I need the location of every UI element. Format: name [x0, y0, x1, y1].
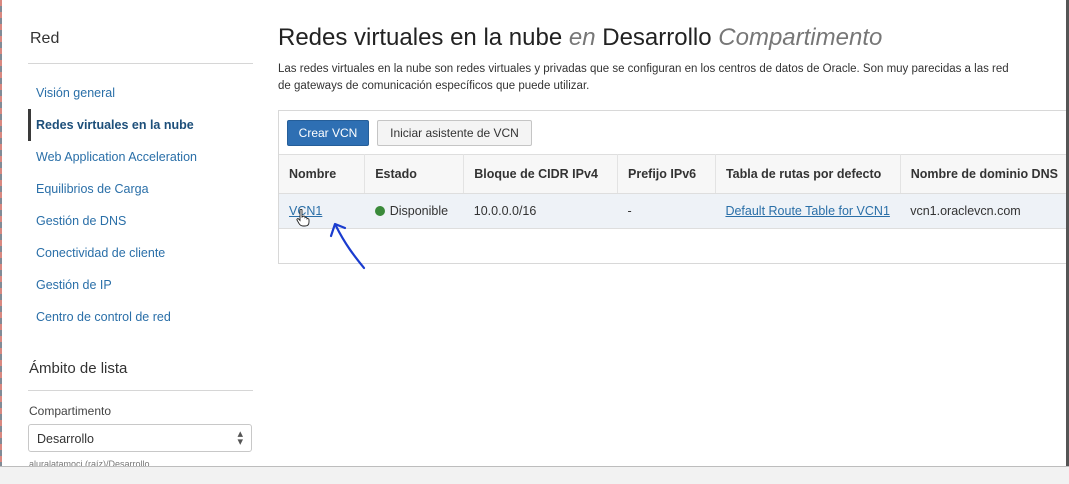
description-line: Las redes virtuales en la nube son redes… — [278, 63, 1009, 75]
column-header-cidr[interactable]: Bloque de CIDR IPv4 — [463, 154, 619, 194]
sidebar-item-vcn[interactable]: Redes virtuales en la nube — [36, 118, 194, 132]
column-header-ipv6[interactable]: Prefijo IPv6 — [617, 154, 716, 194]
sidebar-item-overview[interactable]: Visión general — [36, 86, 115, 100]
scope-title: Ámbito de lista — [29, 360, 128, 377]
sidebar-item-network-command-center[interactable]: Centro de control de red — [36, 310, 171, 324]
cell-ipv6: - — [617, 193, 716, 229]
table-row: VCN1 Disponible 10.0.0.0/16 - Default Ro… — [279, 193, 1069, 229]
sidebar-item-dns[interactable]: Gestión de DNS — [36, 214, 126, 228]
cell-dns: vcn1.oraclevcn.com — [900, 193, 1069, 229]
vcn-list-panel: Crear VCN Iniciar asistente de VCN Nombr… — [278, 110, 1069, 264]
bottom-bar — [0, 466, 1069, 484]
column-header-state[interactable]: Estado — [364, 154, 465, 194]
page-title: Redes virtuales en la nube en Desarrollo… — [278, 24, 882, 52]
window-edge — [0, 0, 2, 483]
annotation-arrow-icon — [329, 222, 366, 270]
column-header-name[interactable]: Nombre — [279, 154, 366, 194]
column-header-dns[interactable]: Nombre de dominio DNS — [900, 154, 1069, 194]
description-line: de gateways de comunicación específicos … — [278, 80, 590, 92]
cell-cidr: 10.0.0.0/16 — [463, 193, 618, 229]
column-header-route-table[interactable]: Tabla de rutas por defecto — [715, 154, 901, 194]
compartment-label: Compartimento — [29, 404, 112, 418]
sidebar-item-load-balancers[interactable]: Equilibrios de Carga — [36, 182, 149, 196]
hand-cursor-icon — [296, 209, 310, 227]
sidebar-divider — [28, 63, 253, 64]
start-vcn-wizard-button[interactable]: Iniciar asistente de VCN — [377, 120, 532, 146]
page-description: Las redes virtuales en la nube son redes… — [278, 61, 1069, 95]
status-text: Disponible — [389, 204, 449, 218]
cell-status: Disponible — [364, 193, 464, 229]
active-indicator — [28, 109, 31, 141]
vcn-table: Nombre Estado Bloque de CIDR IPv4 Prefij… — [279, 154, 1069, 229]
sidebar-title: Red — [30, 30, 60, 47]
table-header-row: Nombre Estado Bloque de CIDR IPv4 Prefij… — [279, 154, 1069, 194]
route-table-link[interactable]: Default Route Table for VCN1 — [725, 204, 889, 218]
sidebar-item-client-connectivity[interactable]: Conectividad de cliente — [36, 246, 165, 260]
sidebar-item-ip-management[interactable]: Gestión de IP — [36, 278, 112, 292]
select-updown-icon: ▴ ▾ — [237, 428, 243, 448]
status-available-icon — [374, 206, 385, 216]
page-title-en: en — [568, 24, 596, 51]
compartment-select[interactable]: Desarrollo ▴ ▾ — [28, 424, 252, 452]
page-title-main: Redes virtuales en la nube — [278, 24, 563, 51]
create-vcn-button[interactable]: Crear VCN — [287, 120, 369, 146]
cell-route-table: Default Route Table for VCN1 — [715, 193, 901, 229]
compartment-select-value: Desarrollo — [37, 432, 94, 446]
scope-divider — [28, 390, 253, 391]
page-title-compartment: Desarrollo — [602, 24, 712, 51]
page-title-suffix: Compartimento — [718, 24, 883, 51]
sidebar-item-waa[interactable]: Web Application Acceleration — [36, 150, 197, 164]
